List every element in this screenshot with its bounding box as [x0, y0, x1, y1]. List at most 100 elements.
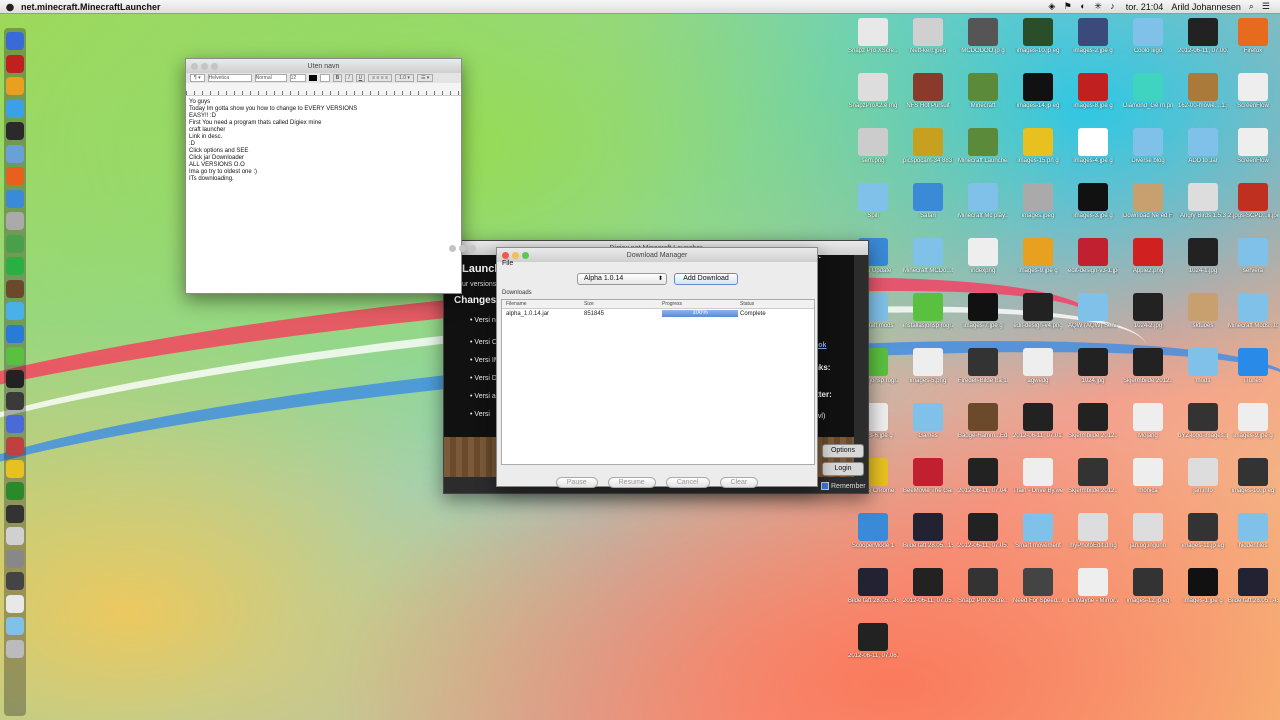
desktop-icon[interactable]: ScreenFlow — [1228, 73, 1278, 110]
column-header[interactable]: Status — [740, 301, 754, 307]
desktop-icon[interactable]: monica — [1123, 458, 1173, 495]
desktop-icon[interactable]: Skjermbilde 2012...55 — [1068, 458, 1118, 495]
preview-icon[interactable] — [6, 212, 24, 230]
screenflow-icon[interactable] — [6, 504, 24, 523]
desktop-icon[interactable]: 2012-06-11, 07.06.00.jpeg — [848, 623, 898, 660]
terminal-icon[interactable] — [6, 369, 24, 388]
minecraft-launcher-icon[interactable] — [6, 482, 24, 500]
desktop-icon[interactable]: Smart movement — [1013, 513, 1063, 550]
status-icons[interactable]: ◈ ⚑ ◐ ✳ ♪ — [1048, 1, 1117, 12]
desktop-icon[interactable]: Minecraft — [958, 73, 1008, 110]
desktop-icon[interactable]: Skjermbilde 2012...50 — [1123, 348, 1173, 385]
app-store-icon[interactable] — [6, 414, 24, 433]
add-download-button[interactable]: Add Download — [674, 273, 738, 285]
firefox-icon[interactable] — [6, 167, 24, 185]
app-name[interactable]: net.minecraft.MinecraftLauncher — [21, 2, 161, 12]
finder-icon[interactable] — [6, 32, 24, 50]
desktop-icon[interactable]: images.jpeg — [1013, 183, 1063, 220]
photoshop-icon[interactable] — [6, 392, 24, 410]
desktop-icon[interactable]: agwedg — [1013, 348, 1063, 385]
desktop-icon[interactable]: jan.og.ingunn — [1123, 513, 1173, 550]
desktop-icon[interactable]: hiddenfiles — [1228, 513, 1278, 550]
photo-booth-icon[interactable] — [6, 54, 24, 73]
desktop-icon[interactable]: NFS Hot Pursuit — [903, 73, 953, 110]
apple-icon[interactable] — [5, 2, 15, 12]
desktop-icon[interactable]: SnapzProX2.e mg — [848, 73, 898, 110]
desktop-icon[interactable]: sem.png — [848, 128, 898, 165]
desktop-icon[interactable]: Skjermbilde 2012...52 — [1068, 403, 1118, 440]
document-body[interactable]: Yo guys Today Im gotta show you how to ch… — [186, 96, 461, 186]
desktop-icon[interactable]: Spill — [848, 183, 898, 220]
desktop-icon[interactable]: images-12.jp eg — [1123, 568, 1173, 605]
desktop-icon[interactable]: Games — [903, 403, 953, 440]
align-buttons[interactable]: ≡ ≡ ≡ ≡ — [368, 74, 393, 82]
desktop-icon[interactable]: Safari — [903, 183, 953, 220]
desktop-icon[interactable]: Download Ne ed Fo....Zaexe — [1123, 183, 1173, 220]
zoom-button[interactable] — [211, 62, 218, 70]
minecraft-icon[interactable] — [6, 279, 24, 298]
pause-button[interactable]: Pause — [555, 477, 598, 488]
resume-button[interactable]: Resume — [607, 477, 656, 488]
desktop-icon[interactable]: images-4.jpe g — [1068, 128, 1118, 165]
minimize-button[interactable] — [459, 244, 466, 252]
desktop-icon[interactable]: Bilde tatt 28.05...15.15 — [903, 513, 953, 550]
desktop-icon[interactable]: images-2.jpe g — [1068, 18, 1118, 55]
documents-icon[interactable] — [6, 594, 24, 613]
options-button[interactable]: Options — [822, 444, 864, 458]
paragraph-styles-button[interactable]: ¶ ▾ — [190, 74, 205, 82]
desktop-icon[interactable]: Need For Speed...bklop — [1013, 568, 1063, 605]
desktop-icon[interactable]: Snapz Pro XScre...1.mov — [958, 568, 1008, 605]
search-icon[interactable]: ⌕ — [1249, 1, 1254, 12]
desktop-icon[interactable]: 2.jpgs-SCPD...ii.jpeg — [1228, 183, 1278, 220]
desktop-icon[interactable]: mods — [1178, 348, 1228, 385]
desktop-icon[interactable]: images-14.jp eg — [1013, 73, 1063, 110]
desktop-icon[interactable]: myPhotoEdit.dmg — [1068, 513, 1118, 550]
network-icon[interactable] — [6, 549, 24, 568]
desktop-icon[interactable]: Lil Wayne - Mirror.webloc — [1068, 568, 1118, 605]
desktop-icon[interactable]: images-5.png — [903, 348, 953, 385]
desktop-icon[interactable]: 162-00-movie....1.jpg — [1178, 73, 1228, 110]
clear-button[interactable]: Clear — [719, 477, 759, 488]
iphoto-icon[interactable] — [6, 572, 24, 590]
font-family-select[interactable]: Helvetica — [207, 74, 252, 82]
desktop-icon[interactable]: Train - Drive By.webloc — [1013, 458, 1063, 495]
system-preferences-icon[interactable] — [6, 189, 24, 208]
ical-icon[interactable] — [6, 122, 24, 140]
spotify-icon[interactable] — [6, 257, 24, 275]
desktop-icon[interactable]: indexpng — [958, 238, 1008, 275]
desktop-icon[interactable]: 2012-06-11, 07.00.07.jpeg — [1178, 18, 1228, 55]
desktop-icon[interactable]: Angry Birds 1.5.3 — [1178, 183, 1228, 220]
desktop-icon[interactable]: 2012-06-11, 07.05.00.jpeg — [958, 513, 1008, 550]
desktop-icon[interactable]: picspocam-34 8837...1.jpg — [903, 128, 953, 165]
desktop-icon[interactable]: installasjonsp rogra...e_3 — [903, 293, 953, 330]
desktop-icon[interactable]: Snapz Pro XScre...1.jpeg — [848, 18, 898, 55]
desktop-icon[interactable]: Diverse blog — [1123, 128, 1173, 165]
list-icon[interactable]: ☰ — [1262, 1, 1270, 12]
facetime-icon[interactable] — [6, 302, 24, 320]
desktop-icon[interactable]: Badge-Hamm...Edge.png — [958, 403, 1008, 440]
desktop-icon[interactable]: Coolo Iiigo — [1123, 18, 1173, 55]
itunes-icon[interactable] — [6, 527, 24, 545]
desktop-icon[interactable]: images-10.jp eg — [1228, 458, 1278, 495]
background-color-swatch[interactable] — [319, 74, 330, 82]
stack-icon[interactable] — [6, 617, 24, 635]
user-name[interactable]: Arild Johannesen — [1171, 2, 1241, 12]
underline-button[interactable]: U — [355, 74, 366, 82]
sims-icon[interactable] — [6, 347, 24, 365]
column-header[interactable]: Filename — [506, 301, 527, 307]
minimize-button[interactable] — [512, 251, 519, 259]
desktop-icon[interactable]: images-8.jpe g — [1068, 73, 1118, 110]
close-button[interactable] — [449, 244, 456, 252]
desktop-icon[interactable]: ADD to Jar — [1178, 128, 1228, 165]
chrome-icon[interactable] — [6, 77, 24, 95]
clock[interactable]: tor. 21:04 — [1126, 2, 1164, 12]
desktop-icon[interactable]: MCDODOO.jp g — [958, 18, 1008, 55]
font-style-select[interactable]: Normal — [254, 74, 287, 82]
login-button[interactable]: Login — [822, 462, 864, 476]
desktop-icon[interactable]: BeeMovie The Game — [903, 458, 953, 495]
cancel-button[interactable]: Cancel — [665, 477, 710, 488]
desktop-icon[interactable]: 2012-06-11, 07.04.00.jpeg — [958, 458, 1008, 495]
desktop-icon[interactable]: images-9.jpe g — [1228, 403, 1278, 440]
desktop-icon[interactable]: ScooperMode 1 — [848, 513, 898, 550]
desktop-icon[interactable]: ScreenFlow — [1228, 128, 1278, 165]
